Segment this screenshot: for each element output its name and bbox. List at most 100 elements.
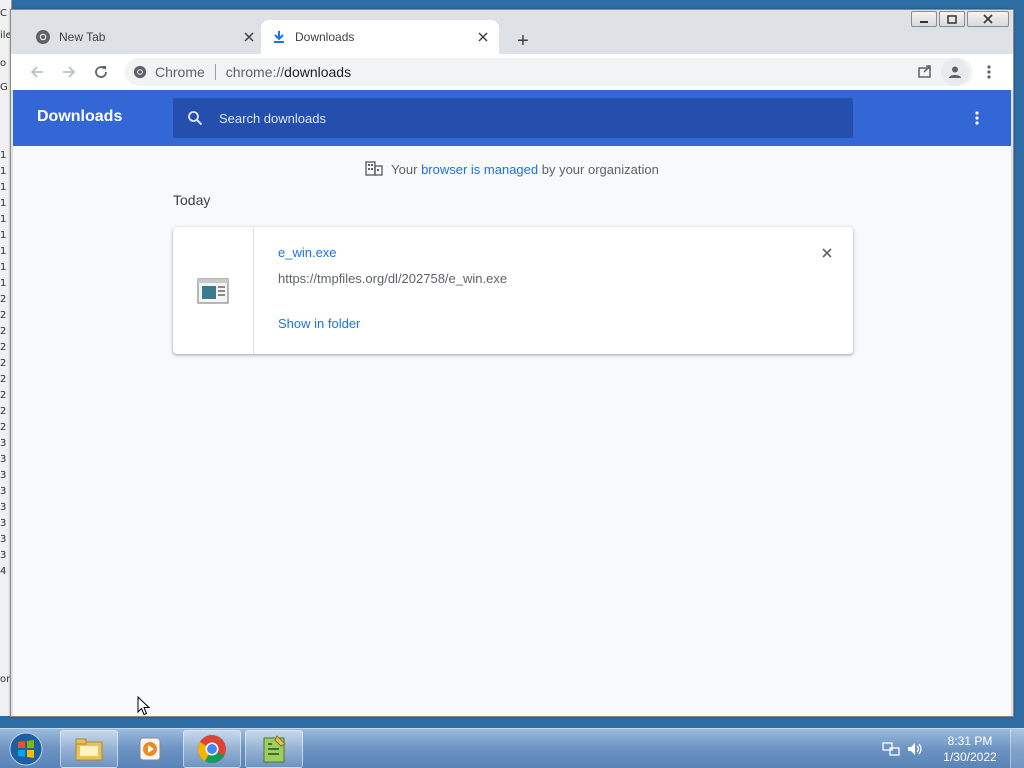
page-title: Downloads — [37, 108, 123, 125]
tab-strip: New Tab Downloads + — [11, 18, 1013, 54]
taskbar-notepad-plus-plus[interactable] — [245, 730, 303, 768]
profile-button[interactable] — [941, 58, 969, 86]
download-source-url: https://tmpfiles.org/dl/202758/e_win.exe — [278, 271, 508, 286]
vertical-dots-icon — [987, 65, 991, 79]
remove-download-button[interactable] — [819, 245, 835, 261]
chrome-icon — [35, 29, 51, 45]
reload-button[interactable] — [85, 56, 117, 88]
taskbar-media-player[interactable] — [121, 730, 179, 768]
search-downloads-input[interactable] — [219, 110, 853, 126]
taskbar-chrome[interactable] — [183, 730, 241, 768]
tab-close-icon[interactable] — [475, 29, 491, 45]
windows-logo-icon — [9, 732, 43, 766]
managed-text-prefix: Your — [391, 162, 422, 177]
chrome-window: New Tab Downloads + Chrome chrome://down… — [10, 9, 1014, 717]
background-text-fragment: 3 — [0, 550, 7, 561]
windows-taskbar: 8:31 PM 1/30/2022 — [0, 728, 1024, 768]
background-text-fragment: G — [0, 82, 8, 93]
site-info-chip[interactable]: Chrome — [125, 64, 205, 80]
background-text-fragment: 2 — [0, 310, 7, 321]
tab-title: New Tab — [59, 30, 106, 44]
downloads-header: Downloads — [13, 90, 1011, 146]
background-text-fragment: 3 — [0, 486, 7, 497]
arrow-right-icon — [63, 66, 76, 78]
background-text-fragment: 3 — [0, 502, 7, 513]
show-in-folder-link[interactable]: Show in folder — [278, 316, 360, 331]
share-icon[interactable] — [917, 63, 933, 82]
background-text-fragment: 2 — [0, 342, 7, 353]
background-text-fragment: 1 — [0, 198, 7, 209]
download-icon — [271, 29, 287, 45]
background-text-fragment: 4 — [0, 566, 7, 577]
tab-close-icon[interactable] — [241, 29, 257, 45]
background-text-fragment: 2 — [0, 390, 7, 401]
background-text-fragment: 3 — [0, 454, 7, 465]
url-text: chrome://downloads — [226, 64, 351, 80]
site-chip-label: Chrome — [155, 64, 205, 80]
chrome-icon — [133, 65, 147, 79]
download-file-name-link[interactable]: e_win.exe — [278, 245, 337, 260]
executable-file-icon — [197, 277, 229, 304]
background-text-fragment: 3 — [0, 470, 7, 481]
search-icon — [187, 110, 203, 126]
file-icon-area — [173, 227, 254, 354]
url-path: downloads — [284, 64, 352, 80]
omnibox-divider — [214, 64, 216, 80]
chrome-icon — [198, 735, 226, 763]
background-text-fragment: 2 — [0, 422, 7, 433]
taskbar-clock[interactable]: 8:31 PM 1/30/2022 — [930, 733, 1010, 765]
browser-toolbar: Chrome chrome://downloads — [11, 54, 1013, 90]
background-text-fragment: 2 — [0, 358, 7, 369]
arrow-left-icon — [30, 66, 43, 78]
background-text-fragment: 1 — [0, 246, 7, 257]
show-desktop-button[interactable] — [1010, 729, 1024, 768]
background-text-fragment: 2 — [0, 374, 7, 385]
downloads-page: Downloads Your browser is managed by you… — [13, 90, 1011, 716]
background-text-fragment: 3 — [0, 534, 7, 545]
managed-link[interactable]: browser is managed — [421, 162, 538, 177]
background-text-fragment: 3 — [0, 518, 7, 529]
background-text-fragment: C — [0, 8, 7, 19]
search-box[interactable] — [173, 98, 853, 138]
media-player-icon — [139, 737, 161, 761]
tab-new-tab[interactable]: New Tab — [25, 20, 265, 54]
volume-icon[interactable] — [906, 740, 924, 758]
start-button[interactable] — [6, 730, 46, 768]
background-text-fragment: 1 — [0, 230, 7, 241]
background-text-fragment: 1 — [0, 214, 7, 225]
reload-icon — [95, 66, 107, 78]
chrome-menu-button[interactable] — [977, 58, 1001, 86]
clock-date: 1/30/2022 — [943, 750, 997, 764]
back-button[interactable] — [21, 56, 53, 88]
system-tray: 8:31 PM 1/30/2022 — [882, 729, 1024, 768]
background-text-fragment: 1 — [0, 182, 7, 193]
managed-notice: Your browser is managed by your organiza… — [13, 160, 1011, 179]
download-item-card: e_win.exe https://tmpfiles.org/dl/202758… — [173, 227, 853, 354]
background-text-fragment: 2 — [0, 406, 7, 417]
new-tab-button[interactable]: + — [509, 27, 537, 55]
background-text-fragment: 1 — [0, 150, 7, 161]
notepad-plus-plus-icon — [263, 735, 286, 763]
background-text-fragment: 2 — [0, 294, 7, 305]
address-bar[interactable]: Chrome chrome://downloads — [125, 58, 973, 86]
background-text-fragment: o — [0, 58, 7, 69]
url-scheme: chrome:// — [225, 64, 285, 80]
building-icon — [365, 160, 383, 179]
background-text-fragment: 1 — [0, 278, 7, 289]
background-text-fragment: 1 — [0, 166, 7, 177]
tab-downloads[interactable]: Downloads — [261, 20, 499, 54]
forward-button[interactable] — [53, 56, 85, 88]
network-icon[interactable] — [882, 740, 900, 758]
downloads-more-actions-button[interactable] — [971, 108, 983, 128]
background-text-fragment: 3 — [0, 438, 7, 449]
close-icon — [822, 248, 832, 258]
mouse-cursor-icon — [137, 696, 151, 716]
clock-time: 8:31 PM — [947, 734, 993, 748]
background-text-fragment: 1 — [0, 262, 7, 273]
vertical-dots-icon — [975, 111, 979, 125]
taskbar-file-explorer[interactable] — [60, 730, 118, 768]
date-section-heading: Today — [173, 192, 211, 208]
file-explorer-icon — [75, 738, 103, 761]
background-text-fragment: 2 — [0, 326, 7, 337]
tab-title: Downloads — [295, 30, 355, 44]
